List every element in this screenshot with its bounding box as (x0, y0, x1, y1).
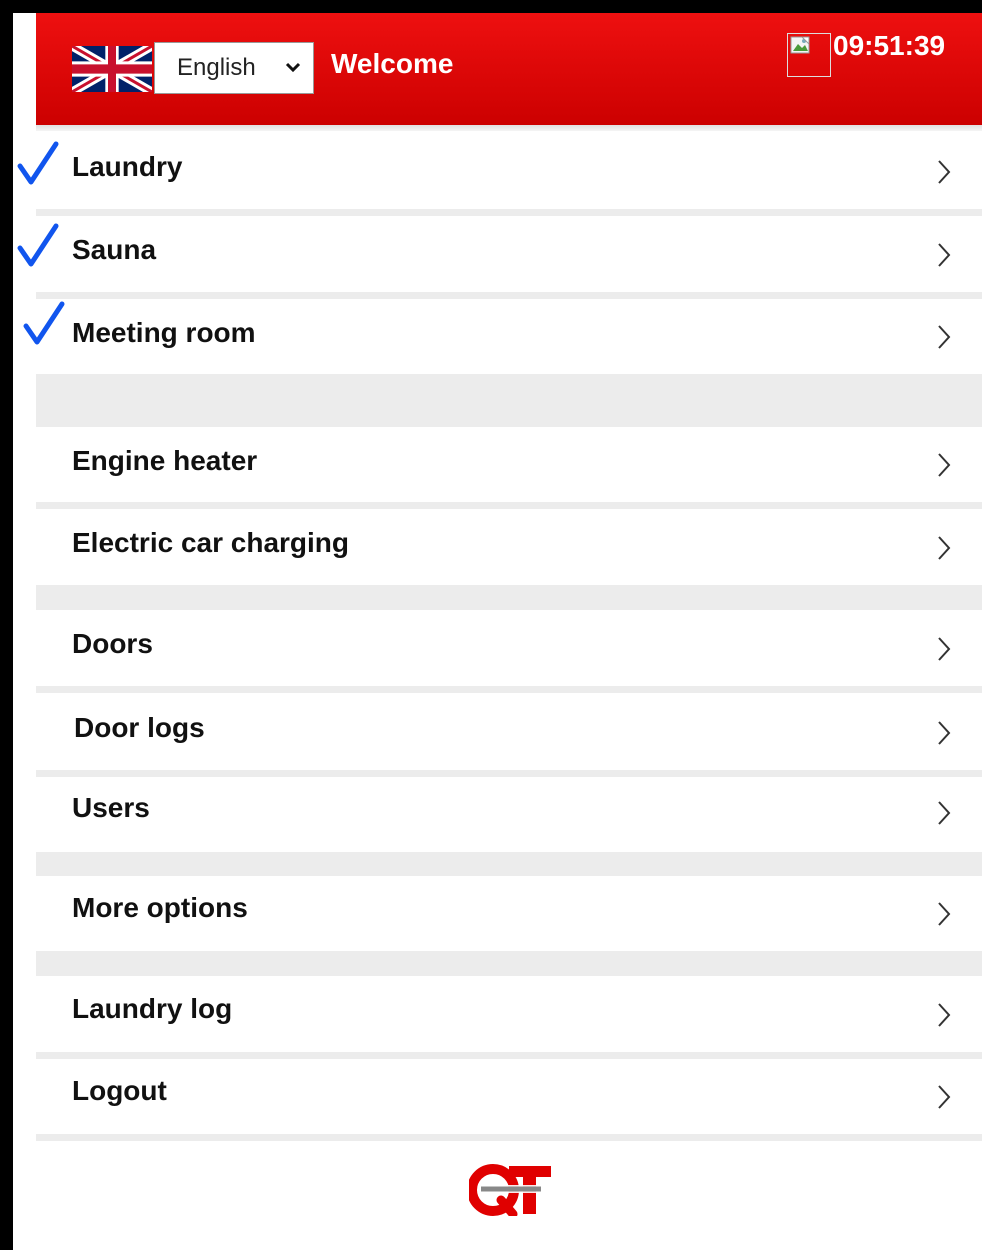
separator (36, 1134, 982, 1141)
uk-flag-icon[interactable] (72, 46, 152, 92)
separator (36, 209, 982, 216)
menu-item-label: Laundry log (72, 993, 233, 1024)
menu-item-label: Logout (72, 1075, 167, 1106)
chevron-right-icon (938, 721, 951, 745)
page: English Welcome 09:51:39 Laundry Sauna M… (0, 0, 982, 1250)
menu-item-electric-car-charging[interactable]: Electric car charging (36, 509, 982, 585)
menu-item-door-logs[interactable]: Door logs (36, 693, 982, 770)
separator (36, 770, 982, 777)
group-separator (36, 852, 982, 876)
menu-item-label: Doors (72, 628, 153, 659)
group-separator (36, 951, 982, 976)
chevron-right-icon (938, 1085, 951, 1109)
chevron-right-icon (938, 453, 951, 477)
chevron-right-icon (938, 325, 951, 349)
menu-item-laundry[interactable]: Laundry (36, 131, 982, 209)
menu-item-label: Door logs (74, 712, 205, 743)
chevron-right-icon (938, 160, 951, 184)
chevron-right-icon (938, 243, 951, 267)
chevron-right-icon (938, 536, 951, 560)
welcome-text: Welcome (331, 48, 454, 79)
menu-item-label: Users (72, 792, 150, 823)
chevron-right-icon (938, 637, 951, 661)
left-gutter (13, 13, 36, 1250)
menu-item-meeting-room[interactable]: Meeting room (36, 299, 982, 374)
chevron-right-icon (938, 801, 951, 825)
language-select[interactable]: English (154, 42, 314, 94)
separator (36, 1052, 982, 1059)
checkmark-icon (17, 141, 59, 185)
chevron-right-icon (938, 902, 951, 926)
separator (36, 292, 982, 299)
broken-image-icon (787, 33, 831, 77)
menu-item-label: Meeting room (72, 317, 256, 348)
language-select-value: English (177, 54, 256, 81)
checkmark-icon (23, 301, 65, 345)
menu-item-label: More options (72, 892, 248, 923)
menu-item-engine-heater[interactable]: Engine heater (36, 427, 982, 502)
menu-item-logout[interactable]: Logout (36, 1059, 982, 1134)
menu-item-users[interactable]: Users (36, 777, 982, 852)
group-separator (36, 374, 982, 427)
menu-item-label: Engine heater (72, 445, 258, 476)
window-left-border (0, 0, 13, 1250)
group-separator (36, 585, 982, 610)
menu-item-more-options[interactable]: More options (36, 876, 982, 951)
qt-systems-logo (469, 1164, 551, 1216)
checkmark-icon (17, 223, 59, 267)
menu-item-label: Laundry (72, 151, 183, 182)
separator (36, 686, 982, 693)
chevron-right-icon (938, 1003, 951, 1027)
separator (36, 502, 982, 509)
menu-item-doors[interactable]: Doors (36, 610, 982, 686)
clock: 09:51:39 (833, 30, 946, 61)
window-top-border (0, 0, 982, 13)
chevron-down-icon (285, 62, 301, 73)
menu-item-laundry-log[interactable]: Laundry log (36, 976, 982, 1052)
menu-item-label: Sauna (72, 234, 157, 265)
menu-item-label: Electric car charging (72, 527, 350, 558)
menu-item-sauna[interactable]: Sauna (36, 216, 982, 292)
